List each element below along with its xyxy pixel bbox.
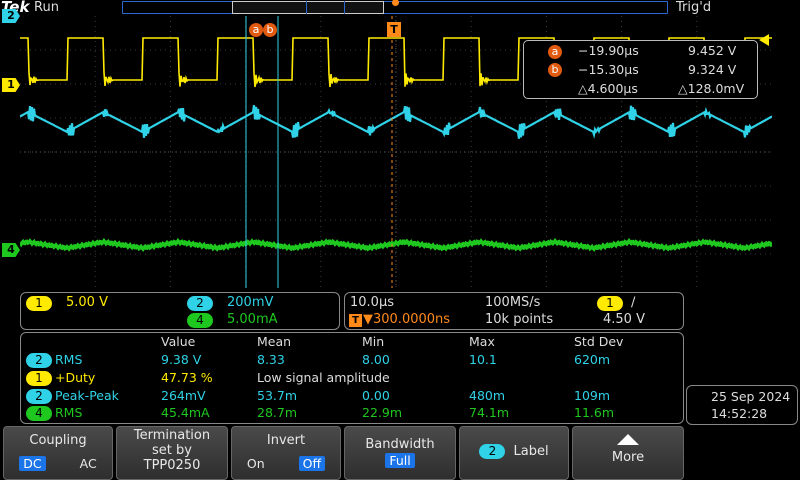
ch2-badge: 2 <box>187 296 213 311</box>
cursor-a-readout-tag: a <box>548 45 562 59</box>
cursor-b-time: −15.30µs <box>578 62 639 77</box>
meas-row-stddev: 11.6m <box>574 405 615 420</box>
bandwidth-label: Bandwidth <box>365 437 435 452</box>
invert-button[interactable]: Invert On Off <box>231 426 341 480</box>
meas-row-min: 22.9m <box>362 405 403 420</box>
termination-line1: Termination <box>133 428 211 443</box>
meas-row-mean: 28.7m <box>257 405 298 420</box>
record-view-window[interactable] <box>232 1 384 14</box>
trigger-level-icon[interactable] <box>759 34 769 46</box>
meas-row-min: 8.00 <box>362 352 390 367</box>
ch2-scale: 200mV <box>227 295 274 310</box>
cursor-b-tag[interactable]: b <box>263 23 277 37</box>
termination-line2: set by <box>152 443 192 458</box>
meas-header-mean: Mean <box>257 334 292 349</box>
trigger-status: Trig'd <box>676 0 712 15</box>
cursor-a-time: −19.90µs <box>578 43 639 58</box>
meas-row-min: 0.00 <box>362 388 390 403</box>
cursor-a-tag[interactable]: a <box>249 23 263 37</box>
date: 25 Sep 2024 <box>711 389 791 404</box>
ch1-scale: 5.00 V <box>66 295 108 310</box>
horizontal-scale: 10.0µs <box>350 295 394 310</box>
meas-header-min: Min <box>362 334 385 349</box>
termination-probe: TPP0250 <box>143 458 201 473</box>
meas-row-max: 10.1 <box>469 352 497 367</box>
bandwidth-button[interactable]: Bandwidth Full <box>344 426 456 480</box>
cursor-b-readout-tag: b <box>548 63 562 77</box>
cursor-readout: a −19.90µs 9.452 V b −15.30µs 9.324 V △4… <box>523 40 758 99</box>
cursor-a-value: 9.452 V <box>688 43 737 58</box>
meas-row-name: Peak-Peak <box>55 388 119 403</box>
more-button[interactable]: More <box>572 426 684 480</box>
invert-off-option[interactable]: Off <box>298 456 326 471</box>
ch1-badge: 1 <box>26 296 52 311</box>
ch1-marker[interactable]: 1 <box>2 78 20 92</box>
invert-on-option[interactable]: On <box>247 456 265 471</box>
chevron-up-icon <box>617 434 639 445</box>
meas-row-note: Low signal amplitude <box>257 370 390 385</box>
datetime-panel[interactable]: 25 Sep 2024 14:52:28 <box>686 385 798 425</box>
meas-row-name: RMS <box>55 405 83 420</box>
meas-row-mean: 8.33 <box>257 352 285 367</box>
trigger-slope-icon: ∕ <box>631 295 636 310</box>
meas-row-ch-badge: 1 <box>26 371 52 386</box>
trigger-position: ▼300.0000ns <box>363 312 451 327</box>
coupling-dc-option[interactable]: DC <box>19 456 46 471</box>
timebase-panel[interactable]: 10.0µs 100MS/s 1 ∕ T ▼300.0000ns 10k poi… <box>344 292 684 330</box>
meas-row-value: 264mV <box>161 388 206 403</box>
meas-row-max: 74.1m <box>469 405 510 420</box>
meas-row-stddev: 620m <box>574 352 611 367</box>
record-length: 10k points <box>485 312 554 327</box>
trigger-level: 4.50 V <box>603 312 645 327</box>
record-tick <box>306 1 307 14</box>
run-state: Run <box>34 0 59 15</box>
ch4-badge: 4 <box>187 313 213 328</box>
bandwidth-value: Full <box>385 453 415 468</box>
ch4-waveform <box>20 237 772 253</box>
coupling-label: Coupling <box>29 433 87 448</box>
meas-row-value: 9.38 V <box>161 352 202 367</box>
coupling-ac-option[interactable]: AC <box>80 456 97 471</box>
ch4-scale: 5.00mA <box>227 312 278 327</box>
meas-row-ch-badge: 2 <box>26 389 52 404</box>
trigger-marker[interactable]: T <box>387 22 401 37</box>
meas-header-max: Max <box>469 334 495 349</box>
trigger-position-marker: T <box>349 314 362 327</box>
record-tick <box>344 1 345 14</box>
channel-scale-panel[interactable]: 1 5.00 V 2 200mV 4 5.00mA <box>20 292 340 330</box>
meas-row-value: 45.4mA <box>161 405 210 420</box>
time: 14:52:28 <box>711 406 768 421</box>
cursor-b-value: 9.324 V <box>688 62 737 77</box>
invert-label: Invert <box>266 433 306 448</box>
termination-button[interactable]: Termination set by TPP0250 <box>116 426 228 480</box>
label-button[interactable]: 2 Label <box>459 426 569 480</box>
sample-rate: 100MS/s <box>485 295 541 310</box>
ch4-marker[interactable]: 4 <box>2 243 20 257</box>
more-label: More <box>611 450 645 465</box>
cursor-delta-time: △4.600µs <box>578 81 638 96</box>
meas-row-ch-badge: 2 <box>26 353 52 368</box>
meas-row-stddev: 109m <box>574 388 611 403</box>
meas-row-mean: 53.7m <box>257 388 298 403</box>
label-ch2-badge: 2 <box>479 444 506 459</box>
meas-row-value: 47.73 % <box>161 370 213 385</box>
meas-header-stddev: Std Dev <box>574 334 624 349</box>
meas-row-max: 480m <box>469 388 506 403</box>
label-text: Label <box>513 444 549 459</box>
trigger-source-badge: 1 <box>597 296 623 311</box>
measurements-panel[interactable]: Value Mean Min Max Std Dev 2 RMS 9.38 V … <box>20 332 684 424</box>
meas-row-name: RMS <box>55 352 83 367</box>
meas-header-value: Value <box>161 334 196 349</box>
meas-row-name: +Duty <box>55 370 96 385</box>
cursor-delta-value: △128.0mV <box>678 81 745 96</box>
meas-row-ch-badge: 4 <box>26 406 52 421</box>
coupling-button[interactable]: Coupling DC AC <box>3 426 113 480</box>
